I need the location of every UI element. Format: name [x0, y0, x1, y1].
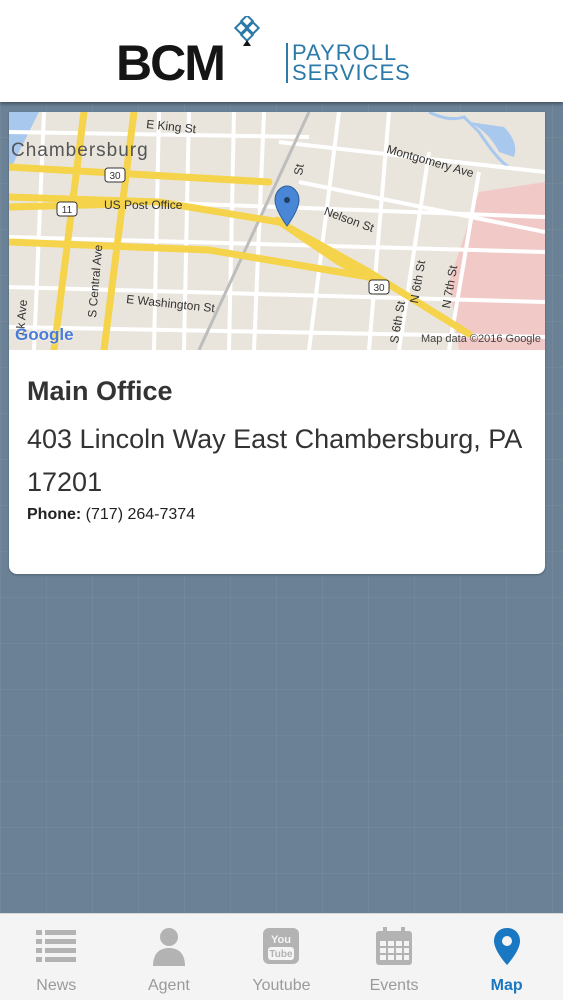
tab-label: Map	[490, 977, 523, 994]
map-attribution[interactable]: Map data ©2016 Google	[421, 333, 541, 345]
map-pin-icon	[493, 928, 520, 965]
tab-agent[interactable]: Agent	[113, 914, 226, 1000]
bcm-logo[interactable]: BCM PAYROLL SERVICES	[116, 16, 446, 91]
person-icon	[152, 928, 185, 966]
phone-number[interactable]: (717) 264-7374	[86, 506, 195, 523]
tab-events[interactable]: Events	[338, 914, 451, 1000]
logo-divider	[286, 43, 288, 83]
map-street-label: St	[291, 162, 307, 177]
logo-bcm-text: BCM	[116, 35, 226, 91]
office-map[interactable]: 30 11 30 Chambersburg E King St Montgome…	[9, 112, 545, 350]
google-logo[interactable]: Google	[15, 325, 74, 345]
tab-label: News	[36, 977, 77, 994]
logo-diamond-icon	[233, 16, 261, 46]
svg-text:30: 30	[109, 171, 121, 182]
svg-text:Tube: Tube	[270, 949, 294, 960]
tab-label: Youtube	[252, 977, 311, 994]
bottom-tab-bar: News Agent You Tube Youtube Events Map	[0, 913, 563, 1000]
office-address: 403 Lincoln Way East Chambersburg, PA 17…	[27, 424, 521, 497]
map-city-label: Chambersburg	[11, 140, 149, 161]
tab-youtube[interactable]: You Tube Youtube	[225, 914, 338, 1000]
list-icon	[36, 930, 77, 962]
office-phone[interactable]: Phone: (717) 264-7374	[27, 506, 195, 524]
map-street-label: US Post Office	[104, 198, 183, 212]
tab-label: Agent	[147, 977, 190, 994]
svg-text:11: 11	[62, 205, 73, 216]
office-title: Main Office	[27, 376, 173, 406]
office-card: 30 11 30 Chambersburg E King St Montgome…	[9, 112, 545, 574]
svg-text:You: You	[272, 934, 292, 946]
tab-map[interactable]: Map	[450, 914, 563, 1000]
logo-services-text: SERVICES	[292, 60, 411, 85]
tab-news[interactable]: News	[0, 914, 113, 1000]
youtube-icon: You Tube	[263, 928, 300, 964]
calendar-icon	[376, 927, 413, 965]
svg-text:30: 30	[373, 283, 385, 294]
tab-label: Events	[369, 977, 419, 994]
phone-label: Phone:	[27, 506, 82, 523]
app-header: BCM PAYROLL SERVICES	[0, 0, 563, 102]
